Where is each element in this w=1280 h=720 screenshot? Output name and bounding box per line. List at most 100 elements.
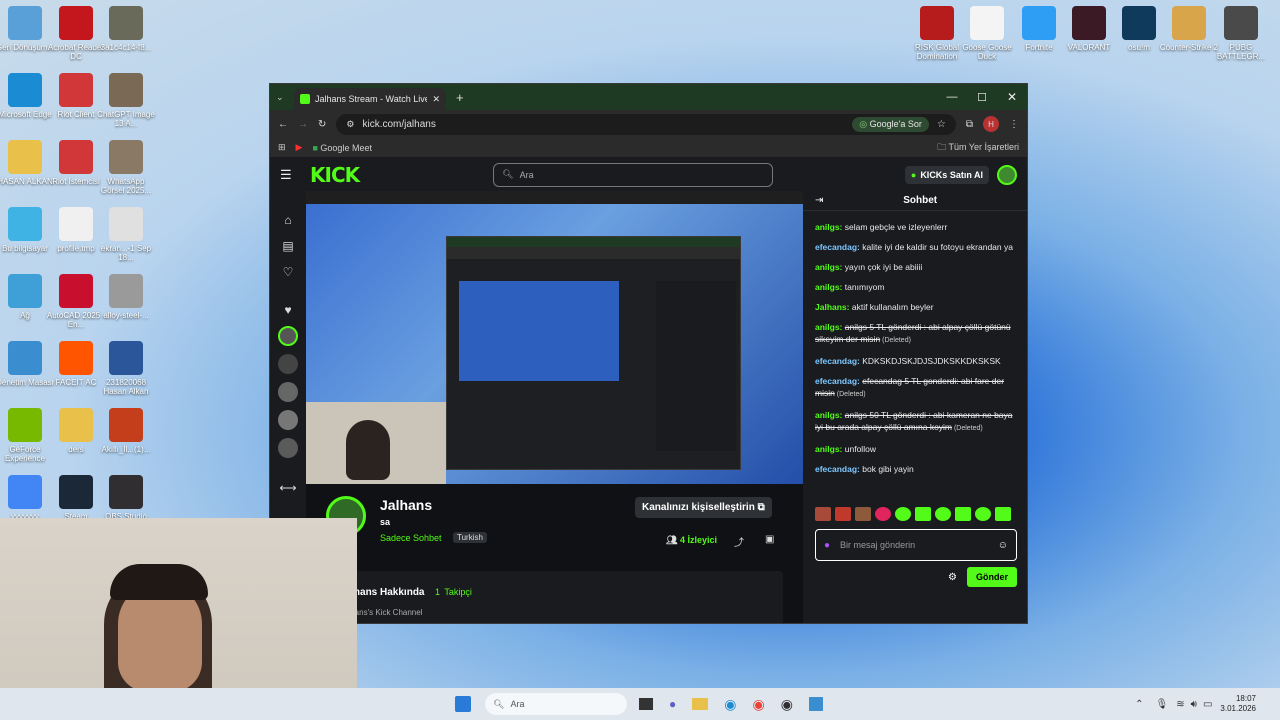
chat-username[interactable]: Jalhans: [815,302,852,312]
battery-icon[interactable]: ▭ [1203,699,1212,710]
start-button-icon[interactable] [455,696,471,712]
expand-sidebar-icon[interactable]: ⟷ [270,475,306,501]
tab-close-icon[interactable]: ✕ [432,94,440,105]
chat-username[interactable]: anilgs: [815,444,845,454]
apps-grid-icon[interactable]: ⊞ [278,142,286,153]
desktop-shortcut[interactable]: 231820068 Hasan Alkan [95,341,157,396]
reload-icon[interactable]: ↻ [318,119,326,130]
teams-icon[interactable]: ● [669,697,676,711]
clock[interactable]: 18:07 3.01.2026 [1220,694,1256,714]
emote-icon[interactable] [995,507,1011,521]
user-avatar[interactable] [997,164,1017,185]
kicks-badge-icon[interactable]: ● [824,540,830,551]
kick-logo[interactable]: KICK [310,163,360,187]
hamburger-menu-icon[interactable]: ☰ [280,167,310,183]
desktop-shortcut[interactable]: OBS Studio [95,475,157,521]
collapse-chat-icon[interactable]: ⇥ [815,195,823,206]
file-explorer-icon[interactable] [692,698,709,710]
meet-bookmark[interactable]: ■ Google Meet [312,143,371,153]
chat-username[interactable]: anilgs: [815,222,845,232]
emote-icon[interactable] [915,507,931,521]
chat-input[interactable]: ● Bir mesaj gönderin ☺ [815,529,1017,561]
chat-settings-icon[interactable]: ⚙ [948,572,957,583]
new-tab-icon[interactable]: + [456,90,464,105]
desktop-shortcut[interactable]: 3a1c4c14-f8... [95,6,157,52]
volume-icon[interactable]: 🔊︎ [1191,699,1197,710]
edge-taskbar-icon[interactable]: ◉ [724,696,736,713]
desktop-shortcut[interactable]: ekran...-1 Sep 18... [95,207,157,262]
site-info-icon[interactable]: ⚙ [346,119,354,130]
followed-heart-icon[interactable]: ♥ [270,297,306,323]
chat-username[interactable]: anilgs: [815,262,845,272]
buy-kicks-button[interactable]: ● KICKs Satın Al [904,165,989,184]
kick-search-placeholder: Ara [519,169,534,180]
channel-name[interactable]: Jalhans [380,497,432,513]
customize-channel-button[interactable]: Kanalınızı kişiselleştirin ⧉ [635,497,772,518]
youtube-bookmark-icon[interactable]: ▶ [296,142,303,153]
bookmark-star-icon[interactable]: ☆ [937,119,946,130]
tray-chevron-icon[interactable]: ⌃ [1135,699,1143,710]
desktop-shortcut[interactable]: WhatsApp Görsel 2025... [95,140,157,195]
chat-username[interactable]: efecandag: [815,464,862,474]
emote-icon[interactable] [975,507,991,521]
followed-channel-avatar[interactable] [270,379,306,405]
chat-username[interactable]: efecandag: [815,242,862,252]
fortnite-icon [1022,6,1056,40]
desktop-shortcut[interactable]: Akıllı_İl...(1)... [95,408,157,454]
chat-username[interactable]: anilgs: [815,322,845,332]
chat-username[interactable]: efecandag: [815,356,862,366]
back-icon[interactable]: ← [278,119,288,130]
close-window-icon[interactable]: ✕ [997,90,1027,104]
menu-dots-icon[interactable]: ⋮ [1009,119,1019,130]
chat-username[interactable]: anilgs: [815,282,845,292]
task-view-icon[interactable] [639,698,653,710]
all-bookmarks[interactable]: 🗀 Tüm Yer İşaretleri [937,140,1019,156]
minimize-icon[interactable]: — [937,91,967,103]
chat-message-text: kalite iyi de kaldir su fotoyu ekrandan … [862,242,1013,252]
app-taskbar-icon[interactable] [808,697,823,711]
risk-icon [920,6,954,40]
kick-search-box[interactable]: 🔍︎ Ara [493,162,774,187]
emote-icon[interactable] [935,507,951,521]
emote-icon[interactable] [875,507,891,521]
emote-icon[interactable] [955,507,971,521]
followed-channel-avatar[interactable] [270,435,306,461]
tab-jalhans-stream[interactable]: Jalhans Stream - Watch Live on ✕ [294,88,446,110]
taskbar-search[interactable]: 🔍︎ Ara [485,693,627,715]
url-bar[interactable]: ⚙ kick.com/jalhans ◎ Google'a Sor ☆ [336,113,956,135]
emote-icon[interactable] [895,507,911,521]
send-button[interactable]: Gönder [966,567,1017,587]
home-icon[interactable]: ⌂ [270,207,306,233]
following-heart-icon[interactable]: ♡ [270,259,306,285]
stream-title: sa [380,517,391,527]
category-link[interactable]: Sadece Sohbet [380,533,442,543]
wifi-icon[interactable]: ≋ [1176,699,1184,710]
followed-channel-avatar[interactable] [270,323,306,349]
desktop-shortcut[interactable]: PUBG BATTLEGR... [1210,6,1272,61]
language-tag[interactable]: Turkish [453,532,487,543]
video-player[interactable] [306,204,803,484]
url-text[interactable]: kick.com/jalhans [362,119,435,130]
emoji-icon[interactable]: ☺ [998,540,1008,551]
chat-username[interactable]: anilgs: [815,410,845,420]
obs-taskbar-icon[interactable]: ◉ [781,696,793,713]
profile-avatar[interactable]: H [983,116,999,132]
followed-channel-avatar[interactable] [270,351,306,377]
chat-username[interactable]: efecandag: [815,376,862,386]
emote-icon[interactable] [815,507,831,521]
maximize-icon[interactable]: ☐ [967,91,997,104]
clip-icon[interactable]: ▣ [765,534,774,545]
mic-icon[interactable]: 🎙︎ [1156,699,1169,710]
browse-icon[interactable]: ▤ [270,233,306,259]
emote-icon[interactable] [835,507,851,521]
share-icon[interactable]: ⤴ [734,534,744,549]
forward-icon[interactable]: → [298,119,308,130]
chrome-taskbar-icon[interactable]: ◉ [752,696,764,713]
emote-icon[interactable] [855,507,871,521]
desktop-shortcut[interactable]: ChatGPT Image 13 A... [95,73,157,128]
tab-search-icon[interactable]: ⌄ [276,92,294,103]
desktop-shortcut[interactable]: alloy-steel-... [95,274,157,320]
followed-channel-avatar[interactable] [270,407,306,433]
google-ask-button[interactable]: ◎ Google'a Sor [852,116,929,132]
extensions-icon[interactable]: ⧉ [966,119,973,130]
